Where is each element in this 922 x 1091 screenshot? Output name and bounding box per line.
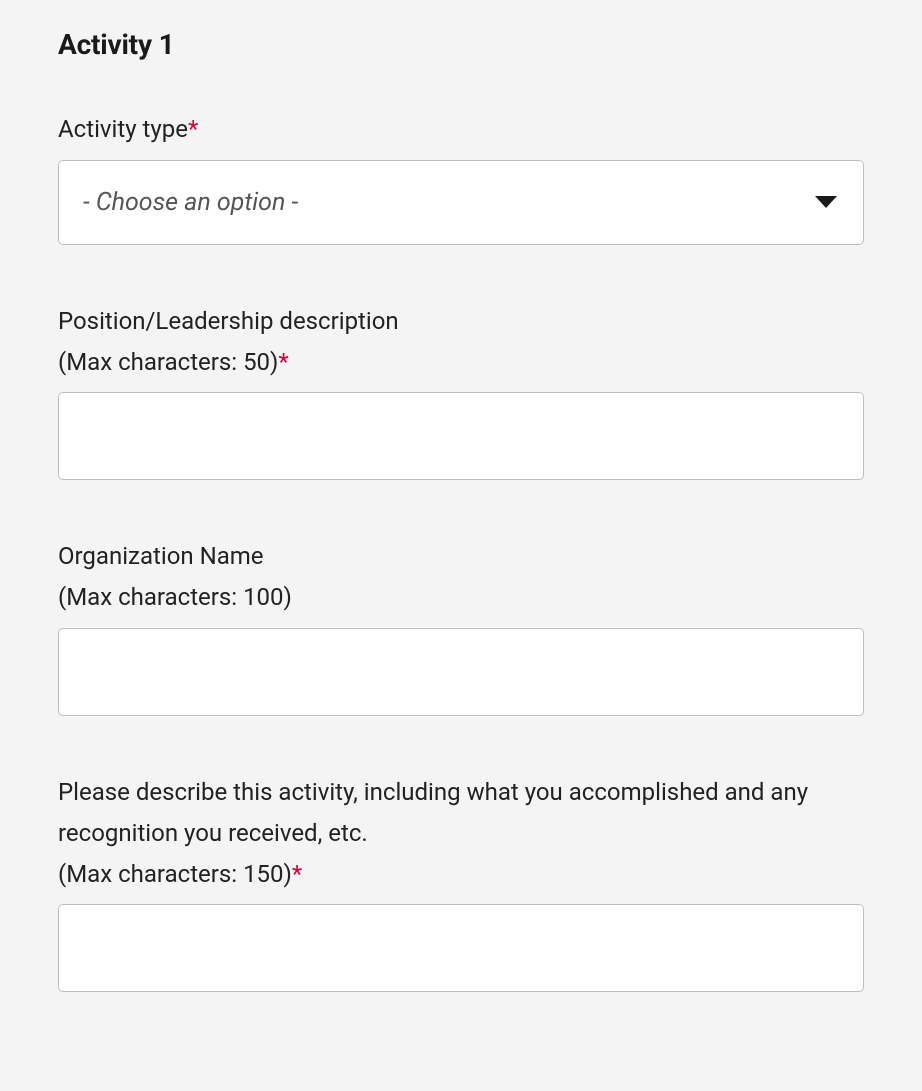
activity-type-label: Activity type* — [58, 109, 864, 150]
organization-label: Organization Name (Max characters: 100) — [58, 536, 864, 618]
required-marker: * — [188, 115, 198, 143]
section-heading: Activity 1 — [58, 28, 864, 61]
select-placeholder: - Choose an option - — [83, 188, 298, 217]
position-input[interactable] — [58, 392, 864, 480]
label-text: Activity type — [58, 115, 188, 143]
label-text: Please describe this activity, including… — [58, 778, 808, 847]
required-marker: * — [292, 860, 302, 888]
required-marker: * — [278, 348, 288, 376]
label-text: Organization Name — [58, 542, 264, 570]
label-hint: (Max characters: 150) — [58, 860, 292, 888]
organization-input[interactable] — [58, 628, 864, 716]
label-hint: (Max characters: 50) — [58, 348, 278, 376]
label-text: Position/Leadership description — [58, 307, 399, 335]
position-field: Position/Leadership description (Max cha… — [58, 301, 864, 481]
activity-type-select[interactable]: - Choose an option - — [58, 160, 864, 245]
position-label: Position/Leadership description (Max cha… — [58, 301, 864, 383]
activity-type-field: Activity type* - Choose an option - — [58, 109, 864, 245]
describe-label: Please describe this activity, including… — [58, 772, 864, 894]
organization-field: Organization Name (Max characters: 100) — [58, 536, 864, 716]
chevron-down-icon — [815, 196, 837, 208]
label-hint: (Max characters: 100) — [58, 583, 292, 611]
describe-input[interactable] — [58, 904, 864, 992]
describe-field: Please describe this activity, including… — [58, 772, 864, 992]
